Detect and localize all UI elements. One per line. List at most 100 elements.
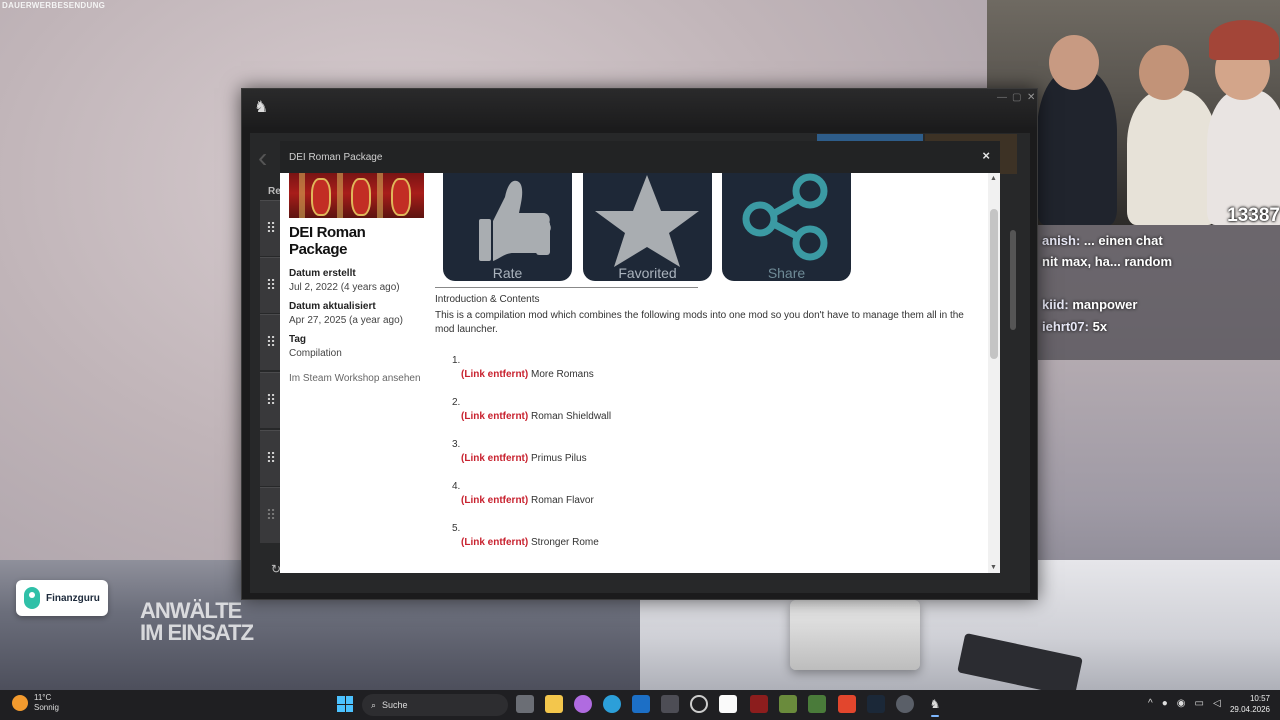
share-label: Share xyxy=(767,265,806,281)
share-button[interactable]: Share xyxy=(722,173,851,281)
steam-workshop-link[interactable]: Im Steam Workshop ansehen xyxy=(289,373,425,384)
ad-watermark: DAUERWERBESENDUNG xyxy=(2,1,106,10)
launcher-scrollbar[interactable] xyxy=(1008,200,1018,560)
chat-text: nit max, ha... random xyxy=(1042,254,1173,269)
chat-username: anish: xyxy=(1042,233,1081,248)
maximize-icon[interactable]: ▢ xyxy=(1012,92,1021,103)
app-icon[interactable] xyxy=(690,695,708,713)
chat-message: nit max, ha... random xyxy=(1042,254,1172,269)
mod-details-modal: DEI Roman Package Datum erstellt Jul 2, … xyxy=(280,173,1000,573)
chat-message: anish: ... einen chat xyxy=(1042,233,1163,248)
list-number: 4. xyxy=(452,481,461,492)
scroll-down-icon[interactable]: ▼ xyxy=(990,564,997,571)
updated-label: Datum aktualisiert xyxy=(289,301,376,312)
file-explorer-icon[interactable] xyxy=(545,695,563,713)
app-icon[interactable] xyxy=(779,695,797,713)
modal-scroll-thumb[interactable] xyxy=(990,209,998,359)
app-icon[interactable] xyxy=(808,695,826,713)
list-number: 2. xyxy=(452,397,461,408)
package-title: DEI Roman Package xyxy=(289,224,366,258)
mod-name: Roman Flavor xyxy=(531,495,594,506)
search-placeholder: Suche xyxy=(382,700,408,710)
clock-date: 29.04.2026 xyxy=(1229,705,1270,714)
list-item: 3. (Link entfernt) Primus Pilus xyxy=(435,439,970,481)
window-titlebar[interactable]: ♞ — ▢ ✕ xyxy=(242,89,1037,127)
streamer-middle-head xyxy=(1139,45,1189,100)
microphone-icon[interactable]: ● xyxy=(1162,698,1168,709)
weather-widget[interactable]: 11°C Sonnig xyxy=(12,693,59,713)
chat-message: kiid: manpower xyxy=(1042,297,1137,312)
mod-name: Primus Pilus xyxy=(531,453,587,464)
show-logo-line1: ANWÄLTE xyxy=(140,598,242,623)
created-label: Datum erstellt xyxy=(289,268,356,279)
system-tray: ^ ● ◉ ▭ ◁ xyxy=(1148,698,1221,709)
show-logo-line2: IM EINSATZ xyxy=(140,620,254,645)
launcher-scroll-thumb[interactable] xyxy=(1010,230,1016,330)
drag-handle-icon[interactable]: ⠿ xyxy=(260,372,282,428)
game-icon[interactable] xyxy=(750,695,768,713)
streamer-left-head xyxy=(1049,35,1099,90)
mod-info-column: DEI Roman Package Datum erstellt Jul 2, … xyxy=(289,173,425,384)
drag-handle-icon[interactable]: ⠿ xyxy=(260,314,282,370)
tag-label: Tag xyxy=(289,334,307,345)
drag-handle-icon[interactable]: ⠿ xyxy=(260,487,282,543)
streamer-middle xyxy=(1127,90,1217,225)
created-value: Jul 2, 2022 (4 years ago) xyxy=(289,282,400,293)
chat-username: iehrt07: xyxy=(1042,319,1089,334)
discord-icon[interactable]: ◉ xyxy=(1177,698,1186,709)
task-view-icon[interactable] xyxy=(516,695,534,713)
list-item: 4. (Link entfernt) Roman Flavor xyxy=(435,481,970,523)
finanzguru-logo-icon xyxy=(24,587,40,609)
launcher-logo-icon: ♞ xyxy=(254,99,269,116)
store-icon[interactable] xyxy=(661,695,679,713)
taskbar-search[interactable]: ⌕ Suche xyxy=(362,694,508,716)
back-arrow-icon[interactable]: ‹ xyxy=(258,142,267,174)
chat-message: iehrt07: 5x xyxy=(1042,319,1107,334)
close-window-icon[interactable]: ✕ xyxy=(1027,92,1035,103)
modal-title: DEI Roman Package xyxy=(289,151,383,163)
windows-taskbar: 11°C Sonnig ⌕ Suche ♞ ^ ● ◉ ▭ ◁ 10:57 29… xyxy=(0,690,1280,720)
mod-name: Roman Shieldwall xyxy=(531,411,612,422)
star-icon xyxy=(595,175,699,267)
share-icon xyxy=(742,173,828,261)
minimize-icon[interactable]: — xyxy=(997,92,1007,103)
drag-handle-icon[interactable]: ⠿ xyxy=(260,430,282,486)
chevron-up-icon[interactable]: ^ xyxy=(1148,698,1153,709)
search-icon: ⌕ xyxy=(371,699,377,710)
modal-close-button[interactable]: × xyxy=(982,148,990,163)
drag-handle-icon[interactable]: ⠿ xyxy=(260,200,282,256)
mod-name: Stronger Rome xyxy=(531,537,599,548)
edge-icon[interactable] xyxy=(603,695,621,713)
weather-condition: Sonnig xyxy=(34,703,59,712)
notepad-icon[interactable] xyxy=(719,695,737,713)
removed-link: (Link entfernt) xyxy=(461,453,529,464)
rate-button[interactable]: Rate xyxy=(443,173,572,281)
viewer-count: 13387 xyxy=(1227,205,1280,225)
intro-text: This is a compilation mod which combines… xyxy=(435,310,964,335)
scroll-up-icon[interactable]: ▲ xyxy=(990,175,997,182)
removed-link: (Link entfernt) xyxy=(461,369,529,380)
start-button[interactable] xyxy=(337,696,353,712)
copilot-icon[interactable] xyxy=(574,695,592,713)
removed-link: (Link entfernt) xyxy=(461,411,529,422)
steam-icon[interactable] xyxy=(867,695,885,713)
modal-scrollbar[interactable]: ▲ ▼ xyxy=(988,173,1000,573)
outlook-icon[interactable] xyxy=(632,695,650,713)
network-icon[interactable]: ▭ xyxy=(1194,698,1203,709)
launcher-taskbar-icon[interactable]: ♞ xyxy=(926,695,944,717)
favorite-button[interactable]: Favorited xyxy=(583,173,712,281)
sponsor-badge: Finanzguru xyxy=(16,580,108,616)
drag-handle-icon[interactable]: ⠿ xyxy=(260,257,282,313)
list-number: 5. xyxy=(452,523,461,534)
settings-icon[interactable] xyxy=(896,695,914,713)
chat-overlay: anish: ... einen chat nit max, ha... ran… xyxy=(1038,225,1280,360)
brave-icon[interactable] xyxy=(838,695,856,713)
list-number: 3. xyxy=(452,439,461,450)
printer xyxy=(790,600,920,670)
removed-link: (Link entfernt) xyxy=(461,495,529,506)
mod-description: Introduction & Contents This is a compil… xyxy=(435,287,970,565)
modal-header: DEI Roman Package × xyxy=(280,141,1000,173)
volume-icon[interactable]: ◁ xyxy=(1213,698,1221,709)
list-item: 1. (Link entfernt) More Romans xyxy=(435,355,970,397)
system-clock[interactable]: 10:57 29.04.2026 xyxy=(1230,693,1270,715)
